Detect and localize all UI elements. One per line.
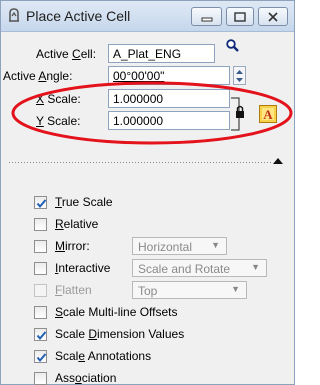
scale-dimension-values-label[interactable]: Scale Dimension Values — [55, 327, 184, 341]
check-icon — [36, 199, 47, 209]
active-cell-field[interactable]: A_Plat_ENG — [108, 44, 215, 63]
search-icon[interactable] — [226, 39, 240, 53]
interactive-select[interactable]: Scale and Rotate ▼ — [132, 259, 267, 277]
close-icon — [268, 11, 278, 22]
minimize-button[interactable] — [191, 7, 222, 26]
chevron-down-icon: ▼ — [211, 240, 220, 250]
mirror-select[interactable]: Horizontal ▼ — [132, 237, 227, 255]
interactive-checkbox[interactable] — [34, 262, 47, 275]
tool-settings-panel: Active Cell: A_Plat_ENG Active Angle: 00… — [1, 32, 294, 385]
chevron-down-icon: ▼ — [251, 262, 260, 272]
minimize-icon — [201, 17, 212, 21]
close-button[interactable] — [258, 7, 288, 26]
place-active-cell-window: Place Active Cell Active Cell: A_Plat_EN… — [0, 0, 295, 385]
scale-multiline-offsets-checkbox[interactable] — [34, 306, 47, 319]
association-label[interactable]: Association — [55, 371, 116, 385]
active-cell-label: Active Cell: — [36, 47, 97, 61]
scale-annotations-label[interactable]: Scale Annotations — [55, 349, 151, 363]
highlight-ellipse — [11, 81, 293, 145]
flatten-select[interactable]: Top ▼ — [132, 281, 247, 299]
title-bar[interactable]: Place Active Cell — [1, 1, 294, 32]
check-icon — [36, 353, 47, 363]
scale-dimension-values-checkbox[interactable] — [34, 328, 47, 341]
scale-annotations-checkbox[interactable] — [34, 350, 47, 363]
check-icon — [36, 331, 47, 341]
spin-up-icon[interactable] — [234, 68, 245, 76]
relative-label[interactable]: Relative — [55, 217, 98, 231]
true-scale-checkbox[interactable] — [34, 196, 47, 209]
scale-multiline-offsets-label[interactable]: Scale Multi-line Offsets — [55, 305, 178, 319]
maximize-icon — [234, 11, 246, 22]
interactive-label[interactable]: Interactive — [55, 261, 110, 275]
chevron-down-icon: ▼ — [231, 284, 240, 294]
mirror-label[interactable]: Mirror: — [55, 239, 90, 253]
flatten-label: Flatten — [55, 283, 92, 297]
true-scale-label[interactable]: True Scale — [55, 195, 113, 209]
association-checkbox[interactable] — [34, 372, 47, 385]
cell-tool-icon — [9, 8, 19, 22]
window-title: Place Active Cell — [26, 8, 131, 24]
mirror-checkbox[interactable] — [34, 240, 47, 253]
maximize-button[interactable] — [226, 7, 254, 26]
flatten-checkbox[interactable] — [34, 284, 47, 297]
relative-checkbox[interactable] — [34, 218, 47, 231]
collapse-arrow-icon[interactable] — [273, 157, 283, 165]
